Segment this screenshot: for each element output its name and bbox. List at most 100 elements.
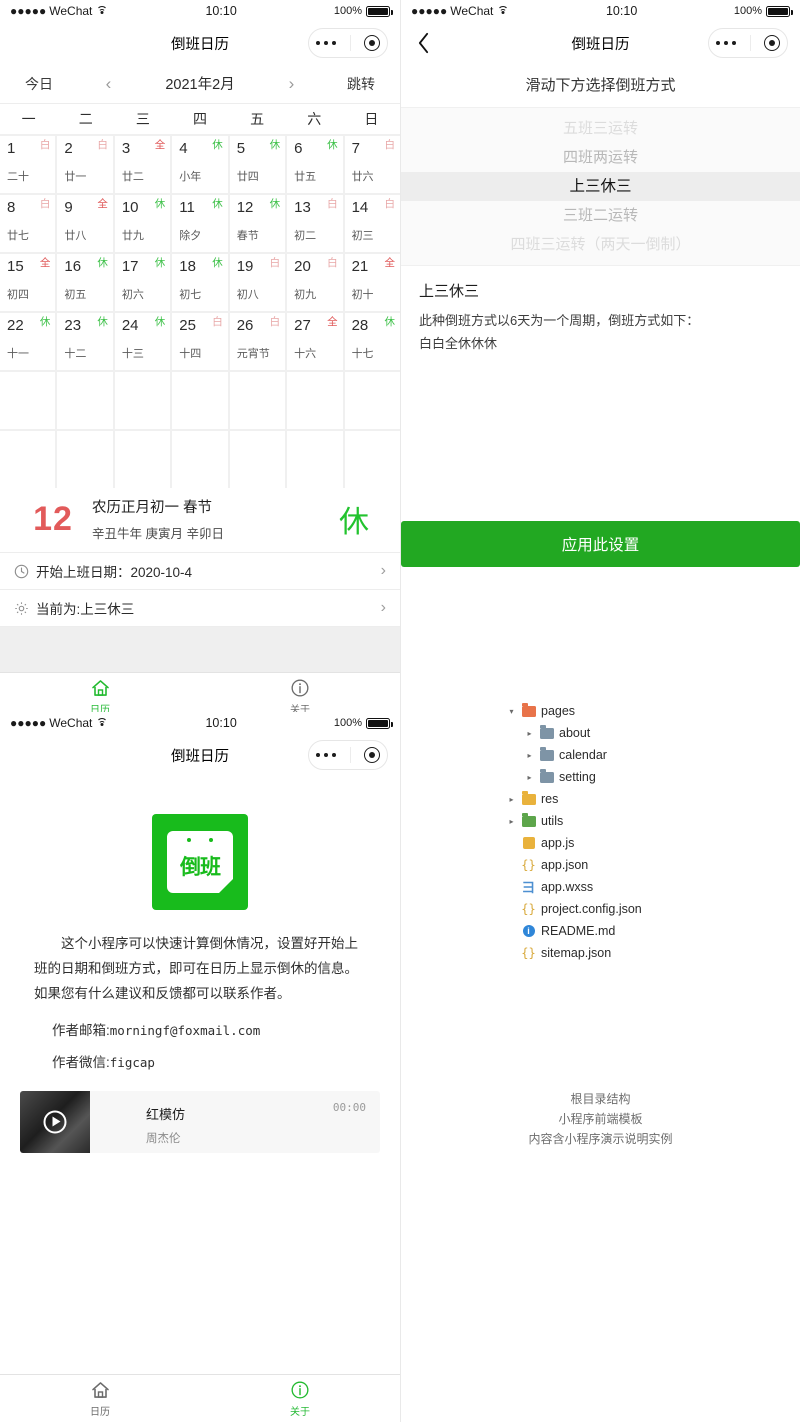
author-wechat-label: 作者微信:: [52, 1054, 110, 1070]
day-shift-badge: 休: [212, 139, 223, 151]
more-menu-icon[interactable]: [315, 40, 337, 46]
jump-button[interactable]: 跳转: [322, 74, 400, 94]
day-lunar-label: 廿七: [7, 230, 29, 242]
play-icon[interactable]: [43, 1110, 67, 1134]
file-tree-node[interactable]: ·彐 app.wxss: [505, 876, 642, 898]
status-bar-right: 100%: [734, 5, 793, 17]
file-tree-node[interactable]: ·{} app.json: [505, 854, 642, 876]
calendar-day-cell[interactable]: 15 初四全: [0, 254, 56, 311]
day-shift-badge: 白: [39, 139, 51, 151]
calendar-day-cell[interactable]: 8 廿七白: [0, 195, 56, 252]
info-file-icon: i: [518, 925, 539, 937]
day-lunar-label: 除夕: [179, 230, 202, 242]
calendar-day-cell[interactable]: 17 初六休: [114, 254, 171, 311]
file-tree-node[interactable]: ▸ calendar: [505, 744, 642, 766]
picker-option[interactable]: 五班三运转: [401, 114, 800, 143]
tab-about[interactable]: 关于: [200, 673, 400, 712]
status-bar-left: ●●●●● WeChat: [10, 716, 108, 730]
calendar-day-cell[interactable]: 28 十七休: [344, 313, 400, 370]
calendar-day-cell[interactable]: 10 廿九休: [114, 195, 171, 252]
caption-line: 根目录结构: [570, 1092, 631, 1106]
chevron-right-icon[interactable]: ▸: [523, 751, 536, 760]
calendar-day-cell[interactable]: 3 廿二全: [114, 136, 171, 193]
calendar-day-cell[interactable]: 19 初八白: [229, 254, 286, 311]
calendar-day-cell[interactable]: 25 十四白: [172, 313, 228, 370]
close-capsule-icon[interactable]: [764, 35, 781, 51]
author-email-row: 作者邮箱:morningf@foxmail.com: [34, 1019, 366, 1039]
tab-calendar[interactable]: 日历: [0, 673, 200, 712]
close-capsule-icon[interactable]: [364, 35, 381, 51]
calendar-day-cell[interactable]: 24 十三休: [114, 313, 171, 370]
picker-option[interactable]: 四班三运转（两天一倒制）: [401, 230, 800, 259]
file-tree-node[interactable]: ·{} project.config.json: [505, 898, 642, 920]
close-capsule-icon[interactable]: [364, 747, 381, 763]
chevron-right-icon[interactable]: ▸: [505, 817, 518, 826]
picker-option-selected[interactable]: 上三休三: [401, 172, 800, 201]
back-button[interactable]: [401, 32, 445, 54]
signal-dots-icon: ●●●●●: [10, 716, 47, 730]
calendar-day-cell[interactable]: 4 小年休: [172, 136, 228, 193]
music-player-card[interactable]: 红模仿 周杰伦 00:00: [20, 1090, 380, 1153]
calendar-day-cell[interactable]: 9 廿八全: [57, 195, 113, 252]
start-date-row[interactable]: 开始上班日期：2020-10-4 ›: [0, 553, 400, 590]
file-tree-node[interactable]: · app.js: [505, 832, 642, 854]
calendar-day-cell[interactable]: 6 廿五休: [287, 136, 343, 193]
tree-spacer: ·: [505, 861, 518, 870]
calendar-empty-cell: [0, 431, 56, 488]
day-lunar-label: 初十: [351, 289, 374, 301]
shift-mode-picker[interactable]: 五班三运转 四班两运转 上三休三 三班二运转 四班三运转（两天一倒制）: [401, 107, 800, 266]
apply-settings-button[interactable]: 应用此设置: [401, 521, 800, 567]
next-month-icon[interactable]: ›: [289, 75, 295, 92]
current-mode-row[interactable]: 当前为:上三休三 ›: [0, 590, 400, 627]
calendar-day-cell[interactable]: 1 二十白: [0, 136, 56, 193]
picker-option[interactable]: 四班两运转: [401, 143, 800, 172]
calendar-day-cell[interactable]: 21 初十全: [344, 254, 400, 311]
day-shift-badge: 全: [154, 139, 166, 151]
tab-about[interactable]: 关于: [200, 1375, 400, 1422]
day-lunar-label: 十四: [179, 348, 202, 360]
file-tree-node[interactable]: ▸ res: [505, 788, 642, 810]
tab-calendar[interactable]: 日历: [0, 1375, 200, 1422]
calendar-day-cell[interactable]: 16 初五休: [57, 254, 113, 311]
picker-option[interactable]: 三班二运转: [401, 201, 800, 230]
calendar-day-cell[interactable]: 26 元宵节白: [229, 313, 286, 370]
chevron-right-icon[interactable]: ▸: [523, 773, 536, 782]
calendar-day-cell[interactable]: 7 廿六白: [344, 136, 400, 193]
day-lunar-label: 廿八: [64, 230, 87, 242]
nav-bar-about: 倒班日历: [0, 734, 400, 776]
calendar-empty-cell: [0, 372, 56, 429]
calendar-day-cell[interactable]: 5 廿四休: [229, 136, 286, 193]
nav-bar-setting: 倒班日历: [401, 22, 800, 64]
calendar-day-cell[interactable]: 12 春节休: [229, 195, 286, 252]
calendar-day-cell[interactable]: 2 廿一白: [57, 136, 113, 193]
file-tree-node[interactable]: ▸ about: [505, 722, 642, 744]
prev-month-icon[interactable]: ‹: [106, 75, 112, 92]
chevron-down-icon[interactable]: ▾: [505, 707, 518, 716]
file-tree-node[interactable]: ▾ pages: [505, 700, 642, 722]
calendar-day-cell[interactable]: 18 初七休: [172, 254, 228, 311]
calendar-empty-cell: [172, 372, 228, 429]
status-bar-left: ●●●●● WeChat: [10, 4, 108, 18]
calendar-day-cell[interactable]: 27 十六全: [287, 313, 343, 370]
more-menu-icon[interactable]: [315, 752, 337, 758]
calendar-day-cell[interactable]: 13 初二白: [287, 195, 343, 252]
wechat-capsule[interactable]: [308, 740, 388, 770]
calendar-day-cell[interactable]: 23 十二休: [57, 313, 113, 370]
chevron-right-icon[interactable]: ▸: [505, 795, 518, 804]
calendar-day-cell[interactable]: 20 初九白: [287, 254, 343, 311]
calendar-day-cell[interactable]: 22 十一休: [0, 313, 56, 370]
calendar-day-cell[interactable]: 11 除夕休: [172, 195, 228, 252]
day-lunar-label: 二十: [7, 171, 29, 183]
chevron-right-icon[interactable]: ▸: [523, 729, 536, 738]
lunar-line: 农历正月初一 春节: [92, 500, 213, 516]
today-button[interactable]: 今日: [0, 74, 78, 94]
wechat-capsule[interactable]: [308, 28, 388, 58]
wechat-capsule[interactable]: [708, 28, 788, 58]
file-tree-node[interactable]: ▸ utils: [505, 810, 642, 832]
file-tree-node[interactable]: ▸ setting: [505, 766, 642, 788]
day-lunar-label: 初八: [236, 289, 259, 301]
file-tree-node[interactable]: ·{} sitemap.json: [505, 942, 642, 964]
calendar-day-cell[interactable]: 14 初三白: [344, 195, 400, 252]
file-tree-node[interactable]: ·iREADME.md: [505, 920, 642, 942]
more-menu-icon[interactable]: [715, 40, 737, 46]
